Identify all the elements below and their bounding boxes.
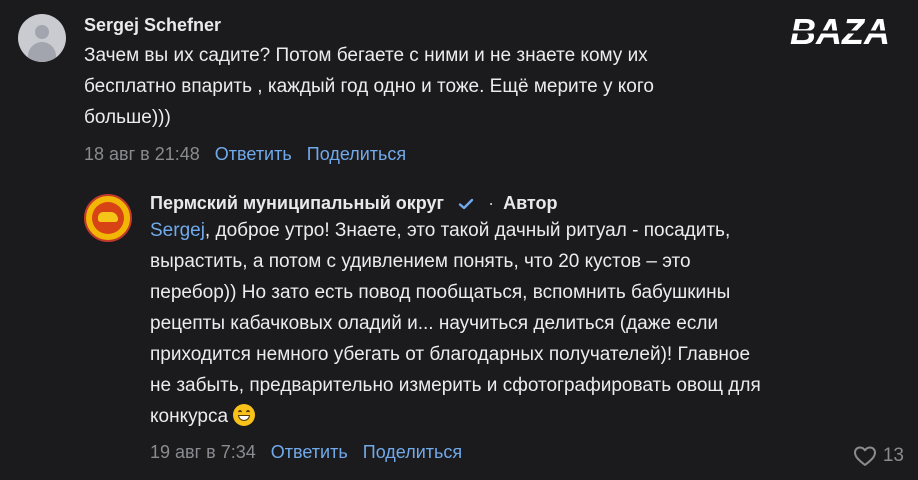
comment-date[interactable]: 18 авг в 21:48: [84, 144, 200, 164]
baza-logo: BAZA: [776, 14, 904, 50]
comment-text-line: рецепты кабачковых оладий и... научиться…: [150, 313, 719, 334]
comment-text-line: Sergej, доброе утро! Знаете, это такой д…: [150, 215, 904, 246]
likes-count: 13: [882, 445, 904, 466]
comment-text-line: конкурса: [150, 401, 904, 432]
share-button[interactable]: Поделиться: [363, 442, 462, 462]
comment-date[interactable]: 19 авг в 7:34: [150, 442, 256, 462]
author-separator: ·: [488, 193, 495, 213]
comment-text-line: бесплатно впарить , каждый год одно и то…: [84, 76, 654, 97]
mention-link[interactable]: Sergej: [150, 220, 205, 241]
share-button[interactable]: Поделиться: [307, 144, 406, 164]
municipal-emblem-icon[interactable]: [84, 194, 132, 242]
grinning-face-emoji: [233, 404, 256, 426]
comment-text: Зачем вы их садите? Потом бегаете с ними…: [84, 40, 778, 133]
reply-button[interactable]: Ответить: [271, 442, 348, 462]
comment-text-fragment: , доброе утро! Знаете, это такой дачный …: [204, 220, 731, 241]
default-user-avatar-icon[interactable]: [18, 14, 66, 62]
comment-text-line: больше))): [84, 107, 171, 128]
comment-text: Sergej, доброе утро! Знаете, это такой д…: [150, 215, 904, 432]
comment-text-line: приходится немного убегать от благодарны…: [150, 344, 751, 365]
comment-text-line: не забыть, предварительно измерить и сфо…: [150, 375, 761, 396]
comment-author[interactable]: Пермский муниципальный округ: [150, 193, 444, 213]
comment-text-fragment: конкурса: [150, 406, 229, 427]
heart-icon: [853, 446, 876, 466]
comment-text-line: вырастить, а потом с удивлением понять, …: [150, 251, 691, 272]
comment-author-row: Пермский муниципальный округ · Автор: [150, 192, 904, 214]
comment-meta: 19 авг в 7:34 Ответить Поделиться: [150, 440, 904, 464]
comment-text-line: перебор)) Но зато есть повод пообщаться,…: [150, 282, 731, 303]
comment-meta: 18 авг в 21:48 Ответить Поделиться: [84, 142, 778, 166]
reply-button[interactable]: Ответить: [215, 144, 292, 164]
checkmark-verified-icon: [458, 199, 474, 210]
author-role-label: Автор: [503, 193, 558, 213]
comment-author[interactable]: Sergej Schefner: [84, 14, 778, 36]
like-button[interactable]: 13: [853, 445, 904, 467]
comment-text-line: Зачем вы их садите? Потом бегаете с ними…: [84, 45, 648, 66]
